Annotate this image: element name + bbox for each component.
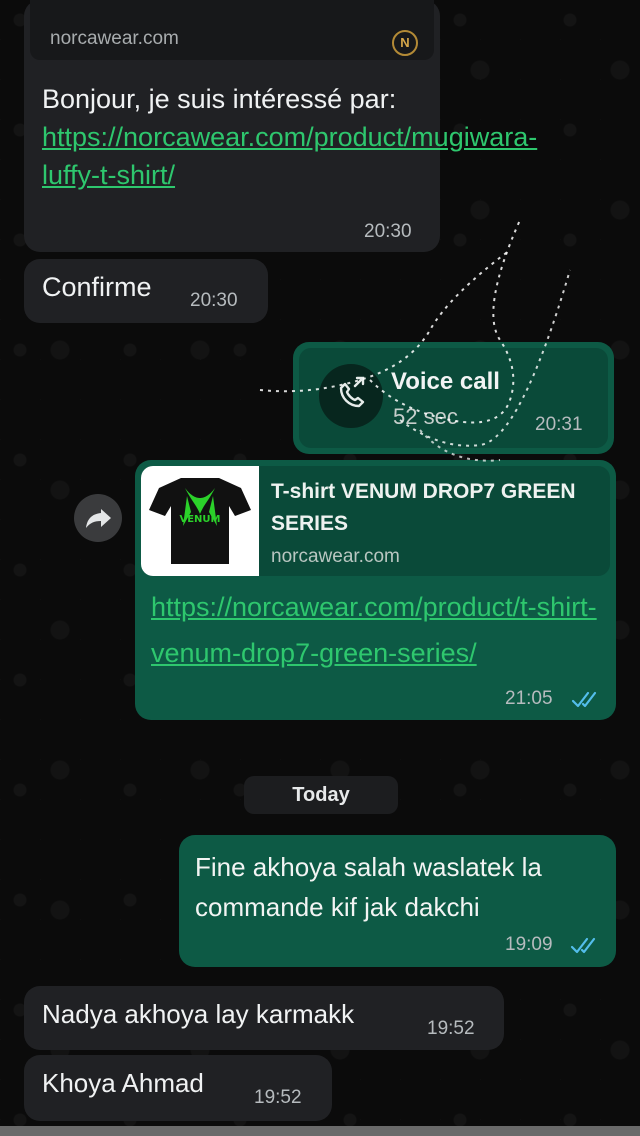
message-text: Confirme — [42, 272, 152, 302]
date-separator: Today — [244, 776, 398, 814]
message-time: 19:52 — [427, 1018, 475, 1039]
voice-call-title: Voice call — [391, 368, 500, 395]
message-link[interactable]: https://norcawear.com/product/t-shirt-ve… — [151, 592, 597, 668]
read-ticks-icon — [570, 937, 596, 954]
message-text-prefix: Bonjour, je suis intéressé par: — [42, 84, 397, 114]
read-ticks-icon — [571, 691, 597, 708]
link-preview-card[interactable]: VENUM T-shirt VENUM DROP7 GREEN SERIES n… — [141, 466, 610, 576]
outgoing-message[interactable]: Fine akhoya salah waslatek la commande k… — [179, 835, 616, 967]
forward-arrow-icon — [86, 509, 111, 528]
thumbnail-brand-text: VENUM — [179, 514, 220, 525]
incoming-message[interactable]: Confirme 20:30 — [24, 259, 268, 323]
message-link[interactable]: https://norcawear.com/product/mugiwara-l… — [42, 122, 537, 190]
message-time: 20:30 — [364, 221, 412, 242]
link-preview-title: T-shirt VENUM DROP7 GREEN SERIES — [271, 480, 576, 535]
home-indicator-bar — [0, 1126, 640, 1136]
message-time: 19:52 — [254, 1087, 302, 1108]
message-time: 20:30 — [190, 290, 238, 311]
voice-call-duration: 52 sec — [393, 404, 458, 429]
message-time: 20:31 — [535, 414, 583, 435]
forward-button[interactable] — [74, 494, 122, 542]
voice-call-card[interactable]: Voice call 52 sec 20:31 — [299, 348, 608, 448]
message-time: 19:09 — [505, 934, 553, 955]
message-text: Nadya akhoya lay karmakk — [42, 999, 355, 1029]
incoming-message-link[interactable]: norcawear.com N Bonjour, je suis intéres… — [24, 0, 537, 252]
message-text: https://norcawear.com/product/t-shirt-ve… — [151, 584, 601, 676]
message-text: Fine akhoya salah waslatek la commande k… — [195, 852, 542, 922]
link-preview-card[interactable]: norcawear.com N — [30, 0, 434, 60]
outgoing-message-link-preview[interactable]: VENUM T-shirt VENUM DROP7 GREEN SERIES n… — [135, 460, 616, 720]
message-time: 21:05 — [505, 688, 553, 709]
incoming-message[interactable]: Nadya akhoya lay karmakk 19:52 — [24, 986, 504, 1050]
link-preview-domain: norcawear.com — [271, 546, 400, 567]
site-logo-icon: N — [392, 30, 418, 56]
product-thumbnail: VENUM — [141, 466, 259, 576]
message-text: Bonjour, je suis intéressé par: https://… — [42, 80, 537, 194]
voice-call-message[interactable]: Voice call 52 sec 20:31 — [293, 342, 614, 454]
message-text: Khoya Ahmad — [42, 1068, 204, 1098]
outgoing-call-icon — [319, 364, 383, 428]
incoming-message[interactable]: Khoya Ahmad 19:52 — [24, 1055, 332, 1121]
link-preview-domain: norcawear.com — [50, 28, 179, 49]
